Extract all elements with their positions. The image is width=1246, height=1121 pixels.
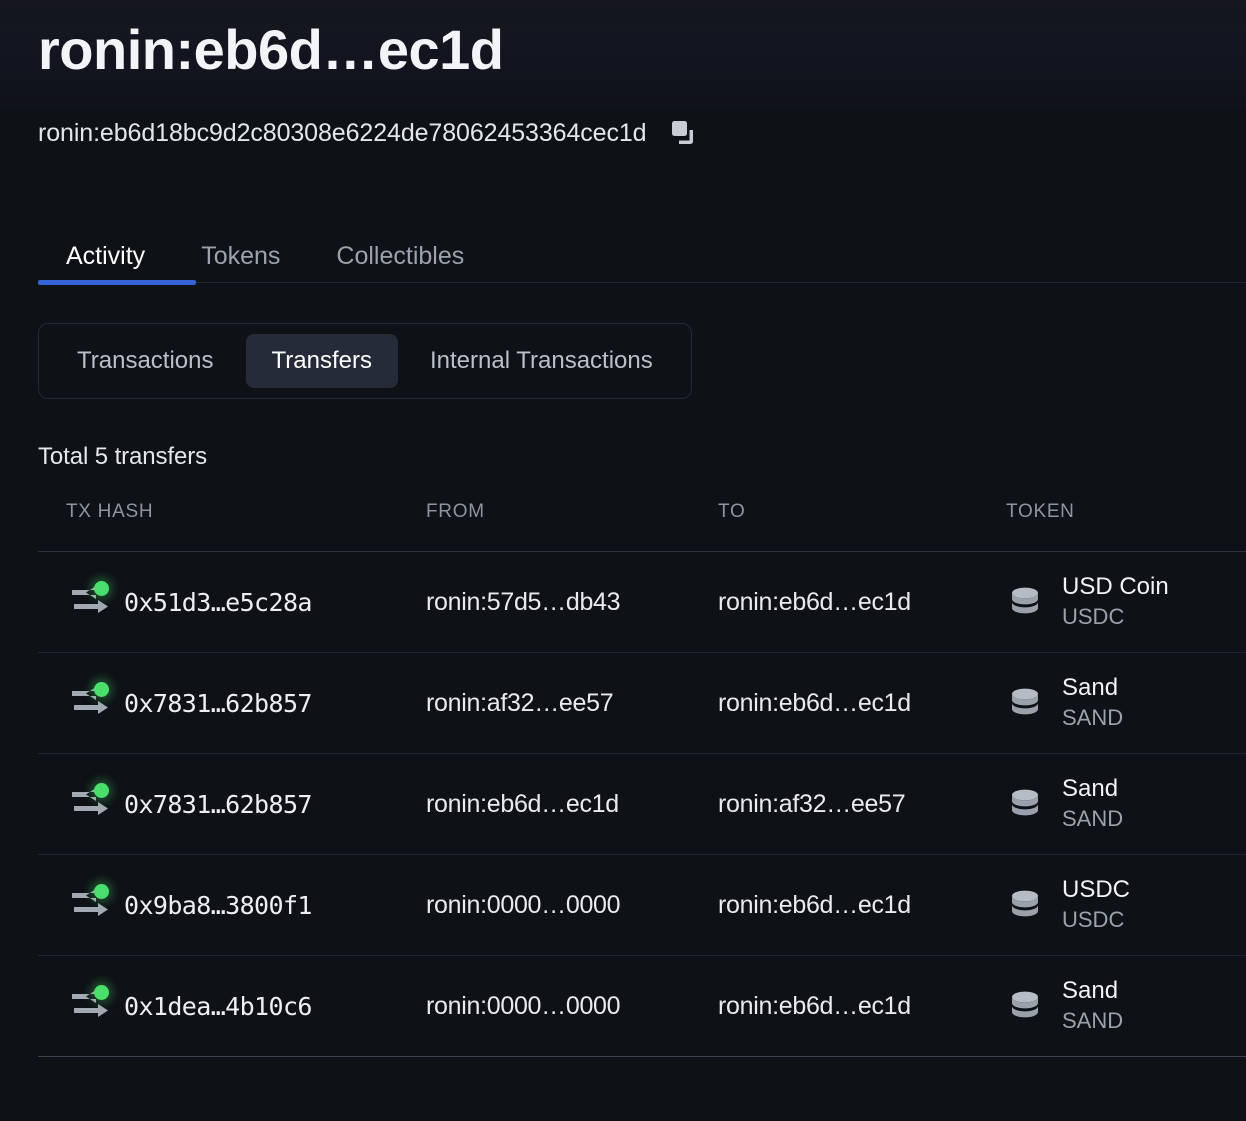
coin-stack-icon — [1006, 987, 1044, 1025]
address-row: ronin:eb6d18bc9d2c80308e6224de7806245336… — [38, 116, 1246, 150]
cell-from: ronin:eb6d…ec1d — [426, 754, 718, 855]
to-address-link[interactable]: ronin:eb6d…ec1d — [718, 689, 911, 717]
token-name[interactable]: Sand — [1062, 776, 1123, 803]
tx-hash-link[interactable]: 0x1dea…4b10c6 — [124, 992, 312, 1021]
cell-tx-hash: 0x7831…62b857 — [38, 653, 426, 754]
cell-token: Sand SAND — [1006, 653, 1246, 754]
tx-hash-link[interactable]: 0x7831…62b857 — [124, 689, 312, 718]
token-name[interactable]: Sand — [1062, 978, 1123, 1005]
column-header-to: TO — [718, 501, 1006, 552]
cell-to: ronin:af32…ee57 — [718, 754, 1006, 855]
table-row[interactable]: 0x7831…62b857 ronin:eb6d…ec1d ronin:af32…e… — [38, 754, 1246, 855]
transfers-table-head: TX HASH FROM TO TOKEN — [38, 501, 1246, 552]
cell-token: USD Coin USDC — [1006, 552, 1246, 653]
activity-filter-segmented-control: Transactions Transfers Internal Transact… — [38, 323, 692, 399]
status-dot-success — [94, 985, 109, 1000]
segment-transactions[interactable]: Transactions — [51, 334, 240, 388]
cell-tx-hash: 0x9ba8…3800f1 — [38, 855, 426, 956]
cell-to: ronin:eb6d…ec1d — [718, 552, 1006, 653]
tab-activity[interactable]: Activity — [38, 241, 173, 271]
tx-hash-link[interactable]: 0x9ba8…3800f1 — [124, 891, 312, 920]
token-symbol: USDC — [1062, 605, 1169, 630]
cell-tx-hash: 0x51d3…e5c28a — [38, 552, 426, 653]
transfer-icon — [66, 782, 110, 826]
token-name[interactable]: Sand — [1062, 675, 1123, 702]
table-header-row: TX HASH FROM TO TOKEN — [38, 501, 1246, 552]
cell-from: ronin:af32…ee57 — [426, 653, 718, 754]
status-dot-success — [94, 682, 109, 697]
transfers-table-body: 0x51d3…e5c28a ronin:57d5…db43 ronin:eb6d…e… — [38, 552, 1246, 1057]
coin-stack-icon — [1006, 886, 1044, 924]
coin-stack-icon — [1006, 583, 1044, 621]
transfers-table: TX HASH FROM TO TOKEN 0x51d3…e5c28a ronin… — [38, 501, 1246, 1057]
cell-tx-hash: 0x7831…62b857 — [38, 754, 426, 855]
status-dot-success — [94, 581, 109, 596]
table-row[interactable]: 0x51d3…e5c28a ronin:57d5…db43 ronin:eb6d…e… — [38, 552, 1246, 653]
cell-token: Sand SAND — [1006, 754, 1246, 855]
to-address-link[interactable]: ronin:eb6d…ec1d — [718, 588, 911, 616]
cell-token: Sand SAND — [1006, 956, 1246, 1057]
tab-tokens[interactable]: Tokens — [173, 241, 308, 271]
column-header-tx-hash: TX HASH — [38, 501, 426, 552]
segment-transfers[interactable]: Transfers — [246, 334, 398, 388]
cell-from: ronin:57d5…db43 — [426, 552, 718, 653]
to-address-link[interactable]: ronin:af32…ee57 — [718, 790, 905, 818]
cell-to: ronin:eb6d…ec1d — [718, 855, 1006, 956]
full-address: ronin:eb6d18bc9d2c80308e6224de7806245336… — [38, 119, 646, 148]
table-row[interactable]: 0x9ba8…3800f1 ronin:0000…0000 ronin:eb6d…e… — [38, 855, 1246, 956]
tabs-divider — [38, 282, 1246, 283]
page-content: ronin:eb6d…ec1d ronin:eb6d18bc9d2c80308e… — [0, 0, 1246, 1057]
page-title: ronin:eb6d…ec1d — [38, 0, 1246, 78]
to-address-link[interactable]: ronin:eb6d…ec1d — [718, 992, 911, 1020]
column-header-token: TOKEN — [1006, 501, 1246, 552]
table-row[interactable]: 0x7831…62b857 ronin:af32…ee57 ronin:eb6d…e… — [38, 653, 1246, 754]
cell-to: ronin:eb6d…ec1d — [718, 653, 1006, 754]
from-address-link[interactable]: ronin:0000…0000 — [426, 992, 620, 1020]
token-name[interactable]: USDC — [1062, 877, 1130, 904]
token-symbol: SAND — [1062, 807, 1123, 832]
table-row[interactable]: 0x1dea…4b10c6 ronin:0000…0000 ronin:eb6d…e… — [38, 956, 1246, 1057]
main-tabs: Activity Tokens Collectibles — [38, 225, 1246, 271]
transfer-icon — [66, 580, 110, 624]
copy-icon[interactable] — [668, 118, 698, 148]
from-address-link[interactable]: ronin:eb6d…ec1d — [426, 790, 619, 818]
token-symbol: SAND — [1062, 706, 1123, 731]
active-tab-indicator — [38, 280, 196, 285]
token-symbol: USDC — [1062, 908, 1130, 933]
cell-from: ronin:0000…0000 — [426, 956, 718, 1057]
column-header-from: FROM — [426, 501, 718, 552]
to-address-link[interactable]: ronin:eb6d…ec1d — [718, 891, 911, 919]
cell-from: ronin:0000…0000 — [426, 855, 718, 956]
total-transfers-label: Total 5 transfers — [38, 443, 1246, 471]
status-dot-success — [94, 884, 109, 899]
token-name[interactable]: USD Coin — [1062, 574, 1169, 601]
cell-to: ronin:eb6d…ec1d — [718, 956, 1006, 1057]
transfer-icon — [66, 883, 110, 927]
from-address-link[interactable]: ronin:57d5…db43 — [426, 588, 620, 616]
cell-tx-hash: 0x1dea…4b10c6 — [38, 956, 426, 1057]
token-symbol: SAND — [1062, 1009, 1123, 1034]
coin-stack-icon — [1006, 684, 1044, 722]
from-address-link[interactable]: ronin:0000…0000 — [426, 891, 620, 919]
transfer-icon — [66, 984, 110, 1028]
from-address-link[interactable]: ronin:af32…ee57 — [426, 689, 613, 717]
tx-hash-link[interactable]: 0x51d3…e5c28a — [124, 588, 312, 617]
tx-hash-link[interactable]: 0x7831…62b857 — [124, 790, 312, 819]
tab-collectibles[interactable]: Collectibles — [308, 241, 492, 271]
status-dot-success — [94, 783, 109, 798]
segment-internal-transactions[interactable]: Internal Transactions — [404, 334, 679, 388]
coin-stack-icon — [1006, 785, 1044, 823]
cell-token: USDC USDC — [1006, 855, 1246, 956]
transfer-icon — [66, 681, 110, 725]
